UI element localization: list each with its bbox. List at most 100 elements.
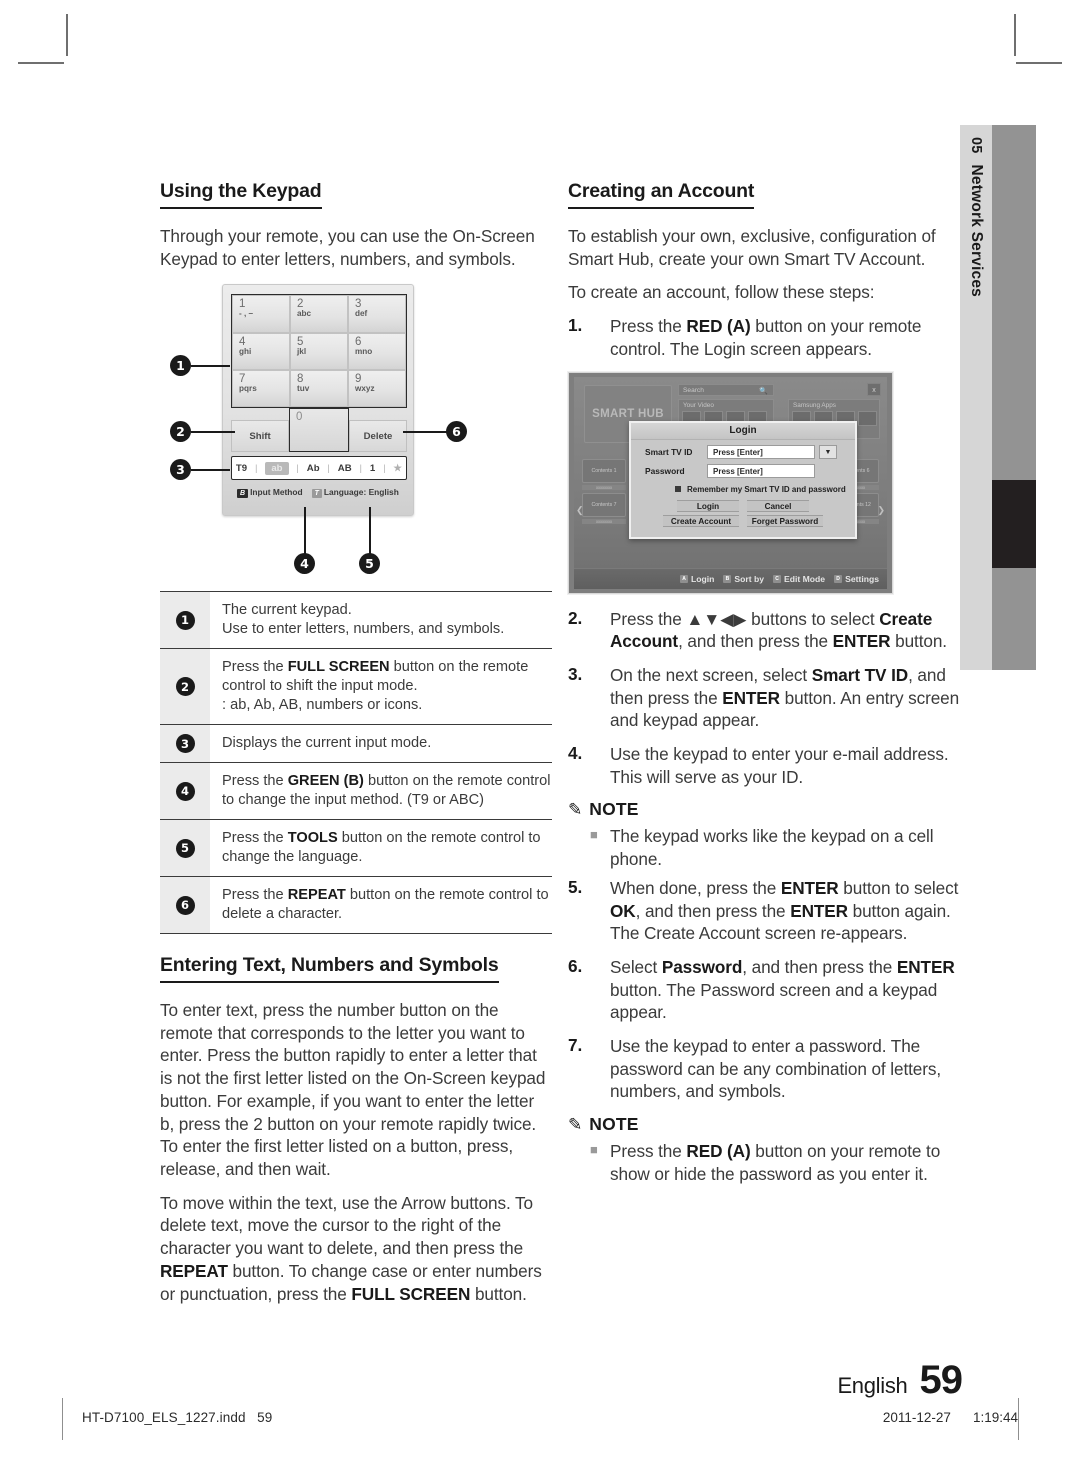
keypad-mode-AB[interactable]: AB — [338, 463, 352, 474]
keypad-key-letters: pqrs — [239, 384, 257, 394]
keypad-zero-key[interactable]: 0 — [289, 408, 349, 453]
step-number: 6. — [568, 955, 583, 976]
keypad-mode-divider: | — [359, 462, 363, 474]
callout-3-leader — [191, 469, 230, 471]
step-number: 7. — [568, 1035, 583, 1056]
legend-number-cell: 3 — [160, 724, 210, 763]
content-tile-sub: xxxxxxxx — [582, 484, 626, 490]
legend-number-cell: 4 — [160, 762, 210, 820]
smart-hub-action-login[interactable]: A Login — [680, 574, 714, 584]
forget-password-button[interactable]: Forget Password — [747, 514, 823, 527]
creating-account-steps: 2. Press the ▲▼◀▶ buttons to select Creat… — [568, 608, 962, 1186]
step-5: 5. When done, press the ENTER button to s… — [568, 877, 962, 945]
note-item: ■ Press the RED (A) button on your remote… — [590, 1140, 962, 1185]
step-text: Select Password, and then press the ENTE… — [610, 956, 955, 1023]
action-label: Edit Mode — [784, 573, 826, 584]
smart-hub-action-edit-mode[interactable]: C Edit Mode — [773, 574, 825, 584]
keypad-function-row: Shift 0 Delete — [231, 408, 407, 453]
your-video-label: Your Video — [683, 401, 714, 409]
step-4: 4. Use the keypad to enter your e-mail ad… — [568, 743, 962, 788]
login-button[interactable]: Login — [677, 499, 739, 512]
footer-page-number: 59 — [919, 1358, 963, 1402]
keypad-legend-table: 1 The current keypad. Use to enter letters… — [160, 591, 552, 934]
content-tile[interactable]: Contents 7 xxxxxxxx — [582, 492, 626, 524]
keypad-key-9[interactable]: 9 wxyz — [348, 370, 406, 408]
keypad-input-method-hint: B Input Method — [237, 487, 303, 498]
smart-hub-bottom-bar: A Login B Sort by C Edit Mode D Settings — [574, 567, 887, 589]
keypad-key-4[interactable]: 4 ghi — [232, 332, 290, 371]
remember-me-label: Remember my Smart TV ID and password — [687, 484, 846, 494]
color-key-badge: D — [834, 574, 843, 583]
note-label: NOTE — [589, 1114, 639, 1135]
keypad-key-letters: abc — [297, 309, 312, 319]
keypad-key-number: 5 — [297, 335, 304, 348]
keypad-mode-1[interactable]: 1 — [370, 463, 375, 474]
legend-row: 5 Press the TOOLS button on the remote co… — [160, 819, 552, 877]
keypad-key-8[interactable]: 8 tuv — [290, 370, 348, 408]
chevron-right-icon[interactable]: ❯ — [877, 505, 885, 516]
footer-file-name: HT-D7100_ELS_1227.indd — [82, 1410, 246, 1425]
keypad-mode-★[interactable]: ★ — [393, 463, 402, 474]
pencil-icon: ✎ — [568, 1115, 583, 1135]
callout-2-leader — [191, 431, 235, 433]
search-label: Search — [683, 386, 704, 394]
note-text: The keypad works like the keypad on a ce… — [610, 826, 934, 870]
smart-hub-action-settings[interactable]: D Settings — [834, 574, 879, 584]
keypad-shell: 1- , –2 abc 3 def 4 ghi 5 jkl 6 mno 7 pqrs 8 tuv 9 wxyz… — [222, 284, 414, 517]
smart-hub-action-sort-by[interactable]: B Sort by — [723, 574, 764, 584]
note-header: ✎ NOTE — [568, 799, 962, 820]
crop-mark-top-right-v — [1014, 14, 1016, 56]
keypad-key-3[interactable]: 3 def — [348, 295, 406, 333]
content-tile-box: Contents 7 — [582, 492, 626, 517]
keypad-key-1[interactable]: 1- , – — [232, 295, 290, 333]
callout-1-leader — [191, 365, 230, 367]
keypad-mode-divider: | — [254, 462, 258, 474]
step-1-slot: 1. Press the RED (A) button on your remot… — [568, 315, 962, 360]
keypad-key-5[interactable]: 5 jkl — [290, 332, 348, 371]
password-label: Password — [645, 465, 685, 476]
keypad-mode-ab[interactable]: ab — [265, 461, 289, 475]
chevron-left-icon[interactable]: ❮ — [576, 505, 584, 516]
keypad-key-6[interactable]: 6 mno — [348, 332, 406, 371]
keypad-key-number: 6 — [355, 335, 362, 348]
close-icon[interactable]: x — [867, 382, 881, 396]
footer-rule-right — [1018, 1398, 1019, 1440]
action-label: Settings — [845, 573, 879, 584]
password-field[interactable]: Press [Enter] — [707, 463, 815, 478]
create-account-button[interactable]: Create Account — [663, 514, 739, 527]
keypad-key-2[interactable]: 2 abc — [290, 295, 348, 333]
input-method-text: Input Method — [250, 486, 303, 497]
checkbox-icon[interactable] — [675, 486, 681, 493]
chevron-down-icon[interactable]: ▼ — [819, 444, 837, 459]
manual-page: 05 Network Services Using the Keypad Thr… — [0, 0, 1080, 1479]
keypad-figure: 1- , –2 abc 3 def 4 ghi 5 jkl 6 mno 7 pqrs 8 tuv 9 wxyz… — [160, 281, 552, 581]
footer-file-page: 59 — [257, 1410, 273, 1425]
section-heading-creating-account: Creating an Account — [568, 180, 754, 209]
callout-1: 1 — [170, 355, 191, 377]
cancel-button[interactable]: Cancel — [747, 499, 809, 512]
keypad-mode-T9[interactable]: T9 — [236, 463, 247, 474]
right-column: Creating an Account To establish your ow… — [568, 180, 962, 1192]
chapter-tab-marker — [992, 480, 1036, 568]
creating-account-intro-2: To create an account, follow these steps… — [568, 282, 875, 303]
content-tile[interactable]: Contents 1 xxxxxxxx — [582, 458, 626, 490]
footer-print-time: 1:19:44 — [972, 1410, 1018, 1425]
smart-tv-id-field[interactable]: Press [Enter] — [707, 444, 815, 459]
keypad-mode-divider: | — [383, 462, 386, 474]
smart-hub-search-box[interactable]: Search 🔍 — [678, 383, 774, 396]
keypad-key-letters: - , – — [239, 309, 254, 319]
keypad-key-letters: mno — [355, 346, 373, 356]
keypad-shift-key[interactable]: Shift — [231, 420, 289, 453]
remember-me-checkbox-row[interactable]: Remember my Smart TV ID and password — [631, 478, 855, 494]
keypad-mode-Ab[interactable]: Ab — [307, 463, 320, 474]
note-text: Press the RED (A) button on your remote … — [610, 1141, 941, 1184]
legend-text-cell: Press the TOOLS button on the remote con… — [222, 830, 541, 866]
step-text: Press the ▲▼◀▶ buttons to select Create … — [610, 608, 947, 652]
app-thumb[interactable] — [858, 410, 877, 426]
keypad-key-7[interactable]: 7 pqrs — [232, 370, 290, 408]
keypad-delete-key[interactable]: Delete — [349, 420, 407, 453]
login-dialog-buttons-row-1: Login Cancel — [631, 494, 855, 512]
entering-text-paragraph-1: To enter text, press the number button o… — [160, 1000, 546, 1179]
keypad-mode-bar[interactable]: T9 | ab | Ab | AB | 1 | ★ — [231, 456, 407, 481]
callout-3: 3 — [170, 459, 191, 481]
